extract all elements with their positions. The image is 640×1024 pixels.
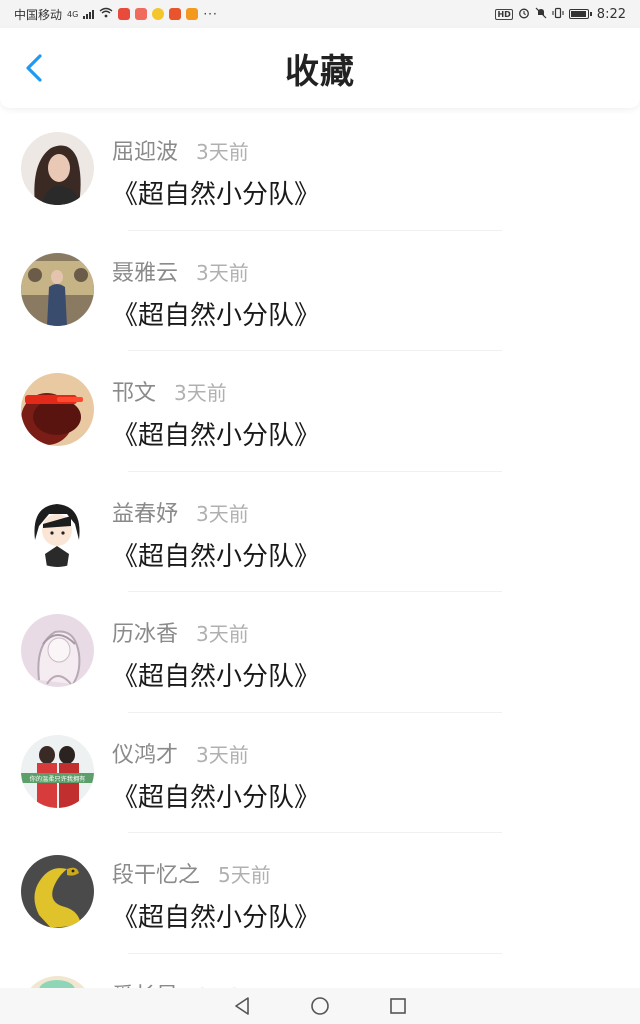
timestamp: 3天前	[196, 742, 249, 767]
system-nav-bar	[0, 988, 640, 1024]
app-notification-icon	[152, 8, 165, 20]
header-bar: 收藏	[0, 28, 640, 108]
avatar[interactable]	[21, 855, 94, 928]
avatar[interactable]	[21, 493, 94, 567]
more-notifications-icon: ···	[203, 7, 218, 21]
back-button[interactable]	[18, 50, 52, 86]
app-notification-icon	[169, 8, 182, 20]
user-name: 屈迎波	[112, 140, 179, 165]
list-item[interactable]: 聂雅云 3天前 《超自然小分队》	[0, 231, 640, 351]
user-name: 历冰香	[112, 622, 179, 647]
nav-home-button[interactable]	[309, 995, 331, 1017]
nav-back-button[interactable]	[231, 995, 253, 1017]
list-item[interactable]: 屈迎波 3天前 《超自然小分队》	[0, 110, 640, 231]
avatar[interactable]: 你的温柔只许我拥有	[21, 734, 94, 808]
app-notification-icon	[118, 8, 131, 20]
timestamp: 3天前	[196, 260, 249, 285]
list-item[interactable]: 历冰香 3天前 《超自然小分队》	[0, 592, 640, 713]
timestamp: 3天前	[196, 501, 249, 526]
chevron-left-icon	[26, 54, 42, 82]
triangle-back-icon	[235, 997, 249, 1015]
network-label: 4G	[67, 9, 79, 19]
list-item[interactable]: 益春妤 3天前 《超自然小分队》	[0, 472, 640, 592]
work-title: 《超自然小分队》	[112, 421, 321, 451]
user-name: 聂雅云	[112, 260, 179, 286]
avatar[interactable]	[21, 614, 94, 687]
circle-home-icon	[311, 997, 329, 1015]
work-title: 《超自然小分队》	[112, 541, 321, 572]
timestamp: 3天前	[174, 381, 227, 405]
user-name: 段干忆之	[112, 863, 201, 888]
user-name: 邗文	[112, 381, 157, 406]
alarm-icon	[518, 7, 530, 22]
page-title: 收藏	[285, 51, 355, 92]
work-title: 《超自然小分队》	[112, 180, 321, 210]
app-notification-icon	[186, 8, 199, 20]
favorites-list: 屈迎波 3天前 《超自然小分队》 聂雅云 3天前 《超自然小分队》 邗文 3天前…	[0, 110, 640, 1024]
list-item[interactable]: 邗文 3天前 《超自然小分队》	[0, 351, 640, 472]
wifi-icon	[99, 7, 113, 21]
avatar[interactable]	[21, 132, 94, 205]
carrier-label: 中国移动	[14, 7, 63, 22]
app-notification-icon	[135, 8, 148, 20]
hd-icon: HD	[495, 8, 513, 20]
vibrate-icon	[552, 7, 564, 22]
user-name: 仪鸿才	[112, 742, 179, 768]
square-recents-icon	[390, 998, 406, 1014]
work-title: 《超自然小分队》	[112, 782, 321, 813]
avatar-caption: 你的温柔只许我拥有	[30, 775, 86, 783]
list-item[interactable]: 段干忆之 5天前 《超自然小分队》	[0, 833, 640, 954]
timestamp: 3天前	[196, 622, 249, 646]
user-name: 益春妤	[112, 501, 179, 527]
battery-icon	[568, 9, 592, 19]
list-item[interactable]: 你的温柔只许我拥有 仪鸿才 3天前 《超自然小分队》	[0, 713, 640, 833]
avatar[interactable]	[21, 373, 94, 446]
avatar[interactable]	[21, 252, 94, 326]
timestamp: 3天前	[196, 140, 249, 164]
status-bar: 中国移动 4G ··· HD 8:22	[0, 0, 640, 28]
screen: 中国移动 4G ··· HD 8:22 收藏 屈迎波 3天前 《超自然小分队》 …	[0, 0, 640, 1024]
work-title: 《超自然小分队》	[112, 662, 321, 692]
work-title: 《超自然小分队》	[112, 903, 321, 933]
mute-icon	[535, 7, 547, 22]
timestamp: 5天前	[218, 863, 271, 887]
work-title: 《超自然小分队》	[112, 300, 321, 331]
clock-time: 8:22	[596, 6, 626, 22]
nav-recents-button[interactable]	[387, 995, 409, 1017]
signal-icon	[83, 9, 95, 19]
